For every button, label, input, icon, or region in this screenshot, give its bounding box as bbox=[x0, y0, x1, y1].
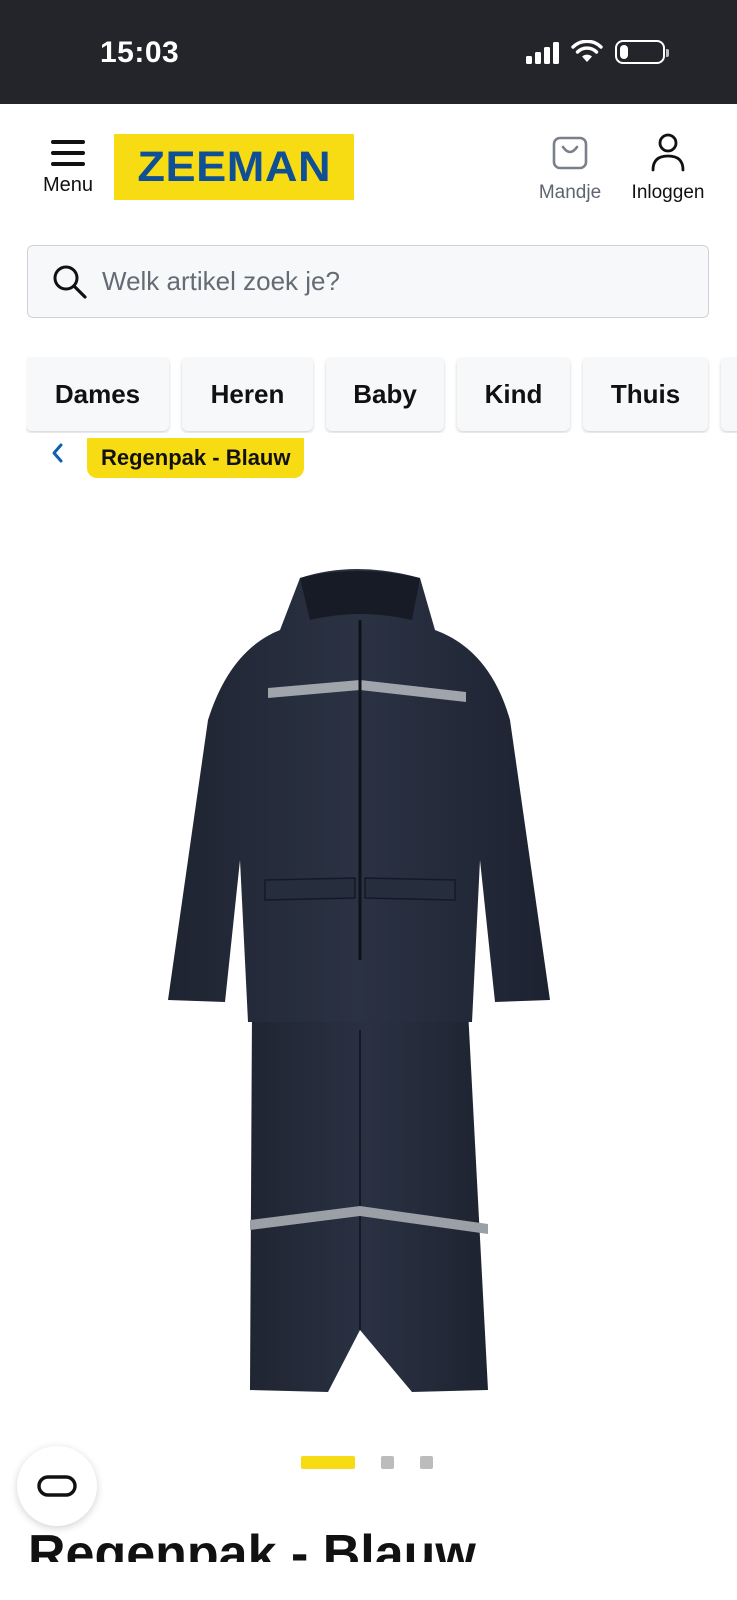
category-baby[interactable]: Baby bbox=[326, 357, 444, 431]
menu-button[interactable]: Menu bbox=[36, 134, 100, 197]
carousel-dots bbox=[301, 1456, 433, 1469]
breadcrumb-current[interactable]: Regenpak - Blauw bbox=[87, 438, 305, 478]
category-thuis[interactable]: Thuis bbox=[583, 357, 708, 431]
product-title-container: Regenpak - Blauw bbox=[0, 1528, 737, 1562]
category-nav: Dames Heren Baby Kind Thuis bbox=[26, 357, 737, 433]
floating-toggle-button[interactable] bbox=[17, 1446, 97, 1526]
user-icon bbox=[651, 133, 685, 172]
login-label: Inloggen bbox=[631, 182, 705, 203]
login-button[interactable]: Inloggen bbox=[622, 132, 714, 204]
menu-label: Menu bbox=[42, 174, 94, 196]
category-kind[interactable]: Kind bbox=[457, 357, 570, 431]
status-time: 15:03 bbox=[100, 36, 180, 69]
product-image[interactable] bbox=[150, 560, 570, 1400]
logo-text: ZEEMAN bbox=[137, 142, 331, 191]
status-icons bbox=[526, 40, 669, 64]
category-dames[interactable]: Dames bbox=[26, 357, 169, 431]
status-bar: 15:03 bbox=[0, 0, 737, 104]
search-bar[interactable] bbox=[27, 245, 709, 318]
search-input[interactable] bbox=[102, 266, 662, 297]
signal-icon bbox=[526, 40, 559, 64]
carousel-dot-3[interactable] bbox=[420, 1456, 433, 1469]
cart-button[interactable]: Mandje bbox=[530, 132, 610, 204]
product-title: Regenpak - Blauw bbox=[28, 1528, 476, 1562]
site-header: Menu ZEEMAN Mandje Inloggen bbox=[0, 104, 737, 226]
link-toggle-icon bbox=[37, 1475, 77, 1497]
battery-icon bbox=[615, 40, 669, 64]
carousel-dot-1[interactable] bbox=[301, 1456, 355, 1469]
back-chevron-icon[interactable] bbox=[48, 440, 68, 466]
search-icon bbox=[53, 265, 87, 299]
wifi-icon bbox=[571, 40, 603, 62]
hamburger-icon bbox=[51, 140, 85, 166]
carousel-dot-2[interactable] bbox=[381, 1456, 394, 1469]
cart-label: Mandje bbox=[538, 182, 602, 203]
shopping-bag-icon bbox=[552, 136, 588, 170]
zeeman-logo[interactable]: ZEEMAN bbox=[114, 134, 354, 200]
category-heren[interactable]: Heren bbox=[182, 357, 313, 431]
category-next[interactable] bbox=[721, 357, 737, 431]
